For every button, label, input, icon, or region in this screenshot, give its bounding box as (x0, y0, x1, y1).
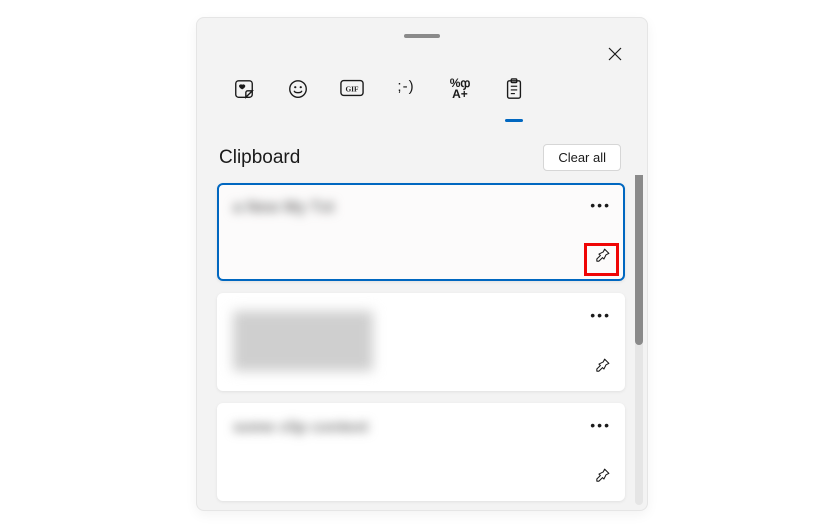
tab-emoji[interactable] (285, 78, 311, 116)
svg-text:GIF: GIF (345, 85, 359, 94)
tab-gif[interactable]: GIF (339, 78, 365, 116)
clear-all-button[interactable]: Clear all (543, 144, 621, 171)
clipboard-icon (504, 78, 524, 100)
close-button[interactable] (603, 42, 627, 66)
pin-icon (594, 247, 611, 264)
clipboard-item-preview: a New My Txt (233, 199, 609, 217)
page-title: Clipboard (219, 147, 300, 169)
clipboard-item-preview: some clip context (233, 419, 609, 437)
tab-clipboard[interactable] (501, 78, 527, 116)
scrollbar-thumb[interactable] (635, 175, 643, 345)
tab-kaomoji[interactable]: ;-) (393, 78, 419, 116)
gif-icon: GIF (340, 78, 364, 98)
header-row: Clipboard Clear all (197, 116, 647, 175)
pin-button[interactable] (594, 247, 611, 269)
more-button[interactable]: ••• (590, 307, 611, 323)
emoji-clipboard-panel: GIF ;-) %ჶ A+ Clipboard (196, 17, 648, 511)
kaomoji-icon: ;-) (397, 78, 414, 95)
clipboard-item[interactable]: some clip context ••• (217, 403, 625, 501)
pin-button[interactable] (594, 467, 611, 489)
clipboard-item[interactable]: ••• (217, 293, 625, 391)
more-button[interactable]: ••• (590, 197, 611, 213)
pin-icon (594, 467, 611, 484)
content-area: a New My Txt ••• ••• s (197, 175, 647, 510)
clipboard-item[interactable]: a New My Txt ••• (217, 183, 625, 281)
scrollbar[interactable] (635, 175, 643, 505)
close-icon (608, 47, 622, 61)
tab-recent[interactable] (231, 78, 257, 116)
pin-icon (594, 357, 611, 374)
more-button[interactable]: ••• (590, 417, 611, 433)
clipboard-item-preview (233, 311, 373, 371)
pin-button[interactable] (594, 357, 611, 379)
sticker-heart-icon (233, 78, 255, 100)
tab-bar: GIF ;-) %ჶ A+ (197, 38, 647, 116)
symbols-icon: %ჶ A+ (450, 78, 471, 100)
emoji-icon (287, 78, 309, 100)
tab-symbols[interactable]: %ჶ A+ (447, 78, 473, 116)
clipboard-list: a New My Txt ••• ••• s (217, 183, 643, 501)
